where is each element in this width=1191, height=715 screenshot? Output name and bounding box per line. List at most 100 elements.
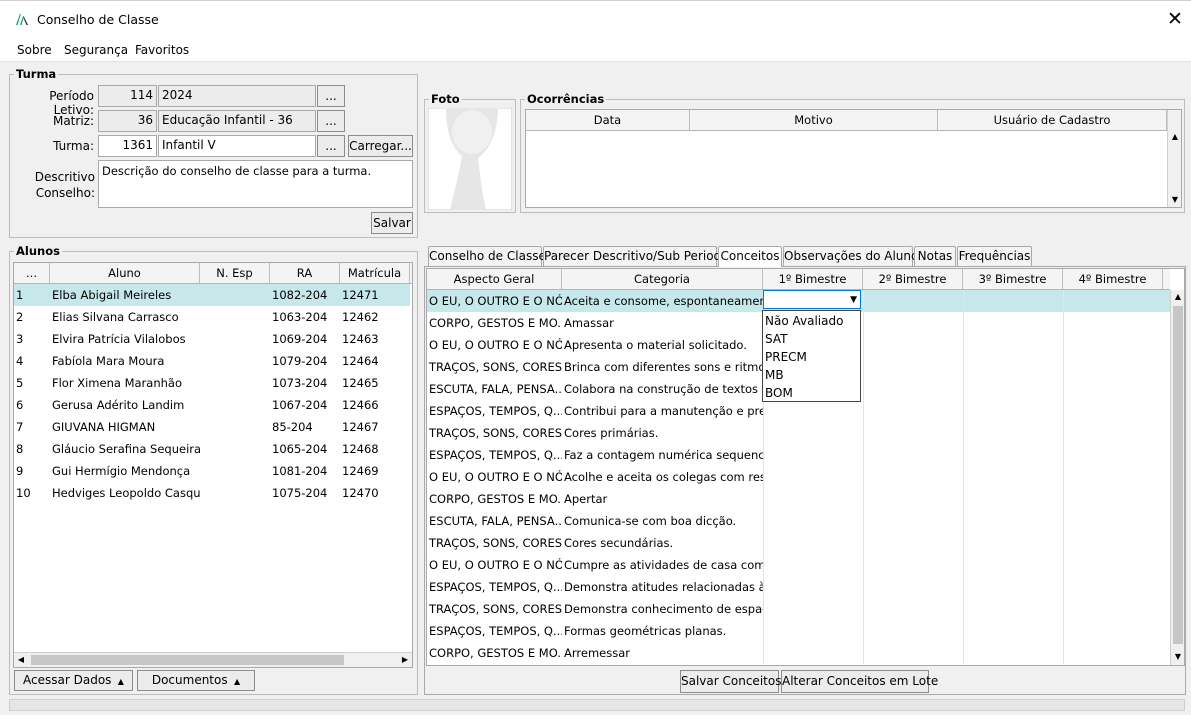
turma-code-field[interactable]: 1361 xyxy=(98,135,157,157)
col-index[interactable]: ... xyxy=(14,263,50,283)
periodo-code-field[interactable]: 114 xyxy=(98,85,157,107)
table-row[interactable]: 4 Fabíola Mara Moura 1079-204 12464 xyxy=(14,350,410,372)
table-row[interactable]: 9 Gui Hermígio Mendonça 1081-204 12469 xyxy=(14,460,410,482)
conceito-select[interactable]: ▼ xyxy=(763,290,861,309)
row-bimestre-2[interactable] xyxy=(863,422,963,444)
turma-value-field[interactable]: Infantil V xyxy=(158,135,316,157)
matriz-browse-button[interactable]: ... xyxy=(317,110,345,132)
row-bimestre-2[interactable] xyxy=(863,400,963,422)
scroll-down-arrow-icon[interactable]: ▼ xyxy=(1171,652,1184,662)
row-bimestre-3[interactable] xyxy=(963,488,1063,510)
menu-sobre[interactable]: Sobre xyxy=(17,43,52,57)
table-row[interactable]: 5 Flor Ximena Maranhão 1073-204 12465 xyxy=(14,372,410,394)
table-row[interactable]: 2 Elias Silvana Carrasco 1063-204 12462 xyxy=(14,306,410,328)
row-bimestre-3[interactable] xyxy=(963,422,1063,444)
col-1-bimestre[interactable]: 1º Bimestre xyxy=(763,269,863,289)
row-bimestre-1[interactable] xyxy=(763,620,863,642)
matriz-code-field[interactable]: 36 xyxy=(98,110,157,132)
row-bimestre-4[interactable] xyxy=(1063,598,1163,620)
row-bimestre-1[interactable] xyxy=(763,576,863,598)
menu-seguranca[interactable]: Segurança xyxy=(64,43,128,57)
row-bimestre-2[interactable] xyxy=(863,620,963,642)
chevron-down-icon[interactable]: ▼ xyxy=(850,292,857,308)
periodo-value-field[interactable]: 2024 xyxy=(158,85,316,107)
table-row[interactable]: O EU, O OUTRO E O NÓS Acolhe e aceita os … xyxy=(427,466,1170,488)
table-row[interactable]: 3 Elvira Patrícia Vilalobos 1069-204 12463 xyxy=(14,328,410,350)
col-motivo[interactable]: Motivo xyxy=(690,110,938,130)
alunos-hscrollbar[interactable]: ◀ ▶ xyxy=(14,652,412,667)
acessar-dados-button[interactable]: Acessar Dados ▲ xyxy=(14,670,133,691)
carregar-button[interactable]: Carregar... xyxy=(348,135,413,157)
row-bimestre-2[interactable] xyxy=(863,598,963,620)
row-bimestre-3[interactable] xyxy=(963,620,1063,642)
row-bimestre-4[interactable] xyxy=(1063,466,1163,488)
row-bimestre-3[interactable] xyxy=(963,576,1063,598)
row-bimestre-4[interactable] xyxy=(1063,356,1163,378)
dropdown-option[interactable]: SAT xyxy=(763,330,860,348)
row-bimestre-4[interactable] xyxy=(1063,642,1163,664)
scroll-left-arrow-icon[interactable]: ◀ xyxy=(16,655,26,665)
alunos-hscroll-thumb[interactable] xyxy=(31,655,344,665)
row-bimestre-2[interactable] xyxy=(863,642,963,664)
row-bimestre-3[interactable] xyxy=(963,642,1063,664)
table-row[interactable]: 8 Gláucio Serafina Sequeira 1065-204 12468 xyxy=(14,438,410,460)
conceitos-scroll-thumb[interactable] xyxy=(1173,306,1183,644)
table-row[interactable]: ESPAÇOS, TEMPOS, Q... Contribui para a ma… xyxy=(427,400,1170,422)
row-bimestre-1[interactable] xyxy=(763,444,863,466)
row-bimestre-4[interactable] xyxy=(1063,290,1163,312)
col-aspecto-geral[interactable]: Aspecto Geral xyxy=(427,269,562,289)
row-bimestre-1[interactable] xyxy=(763,422,863,444)
table-row[interactable]: TRAÇOS, SONS, CORES... Demonstra conhecim… xyxy=(427,598,1170,620)
row-bimestre-2[interactable] xyxy=(863,378,963,400)
dropdown-option[interactable]: MB xyxy=(763,366,860,384)
row-bimestre-3[interactable] xyxy=(963,334,1063,356)
col-3-bimestre[interactable]: 3º Bimestre xyxy=(963,269,1063,289)
row-bimestre-4[interactable] xyxy=(1063,422,1163,444)
descritivo-textarea[interactable]: Descrição do conselho de classe para a t… xyxy=(98,160,413,208)
row-bimestre-2[interactable] xyxy=(863,334,963,356)
row-bimestre-4[interactable] xyxy=(1063,444,1163,466)
row-bimestre-4[interactable] xyxy=(1063,400,1163,422)
col-n-esp[interactable]: N. Esp xyxy=(200,263,270,283)
table-row[interactable]: TRAÇOS, SONS, CORES... Cores secundárias. xyxy=(427,532,1170,554)
row-bimestre-1[interactable] xyxy=(763,554,863,576)
row-bimestre-3[interactable] xyxy=(963,356,1063,378)
row-bimestre-3[interactable] xyxy=(963,378,1063,400)
table-row[interactable]: 10 Hedviges Leopoldo Casqu... 1075-204 1247… xyxy=(14,482,410,504)
row-bimestre-1[interactable] xyxy=(763,488,863,510)
row-bimestre-4[interactable] xyxy=(1063,488,1163,510)
row-bimestre-3[interactable] xyxy=(963,466,1063,488)
row-bimestre-4[interactable] xyxy=(1063,334,1163,356)
salvar-descritivo-button[interactable]: Salvar xyxy=(371,212,413,234)
scroll-down-arrow-icon[interactable]: ▼ xyxy=(1168,195,1182,205)
scroll-right-arrow-icon[interactable]: ▶ xyxy=(400,655,410,665)
row-bimestre-2[interactable] xyxy=(863,312,963,334)
row-bimestre-4[interactable] xyxy=(1063,532,1163,554)
col-data[interactable]: Data xyxy=(526,110,690,130)
table-row[interactable]: O EU, O OUTRO E O NÓS Cumpre as atividade… xyxy=(427,554,1170,576)
col-aluno[interactable]: Aluno xyxy=(50,263,200,283)
col-matricula[interactable]: Matrícula xyxy=(340,263,410,283)
table-row[interactable]: CORPO, GESTOS E MO... Arremessar xyxy=(427,642,1170,664)
row-bimestre-4[interactable] xyxy=(1063,620,1163,642)
row-bimestre-4[interactable] xyxy=(1063,378,1163,400)
row-bimestre-1[interactable] xyxy=(763,532,863,554)
turma-browse-button[interactable]: ... xyxy=(317,135,345,157)
row-bimestre-3[interactable] xyxy=(963,532,1063,554)
table-row[interactable]: ESPAÇOS, TEMPOS, Q... Demonstra atitudes … xyxy=(427,576,1170,598)
row-bimestre-4[interactable] xyxy=(1063,312,1163,334)
row-bimestre-2[interactable] xyxy=(863,290,963,312)
periodo-browse-button[interactable]: ... xyxy=(317,85,345,107)
tab-observacoes-do-aluno[interactable]: Observações do Aluno xyxy=(783,246,918,266)
table-row[interactable]: 1 Elba Abigail Meireles 1082-204 12471 xyxy=(14,284,410,306)
menu-favoritos[interactable]: Favoritos xyxy=(135,43,189,57)
dropdown-option[interactable]: BOM xyxy=(763,384,860,402)
table-row[interactable]: CORPO, GESTOS E MO... Apertar xyxy=(427,488,1170,510)
table-row[interactable]: 6 Gerusa Adérito Landim 1067-204 12466 xyxy=(14,394,410,416)
tab-parecer-descritivo[interactable]: Parecer Descritivo/Sub Periodo xyxy=(543,246,729,266)
row-bimestre-2[interactable] xyxy=(863,488,963,510)
row-bimestre-2[interactable] xyxy=(863,444,963,466)
row-bimestre-1[interactable] xyxy=(763,642,863,664)
row-bimestre-3[interactable] xyxy=(963,598,1063,620)
row-bimestre-1[interactable] xyxy=(763,510,863,532)
